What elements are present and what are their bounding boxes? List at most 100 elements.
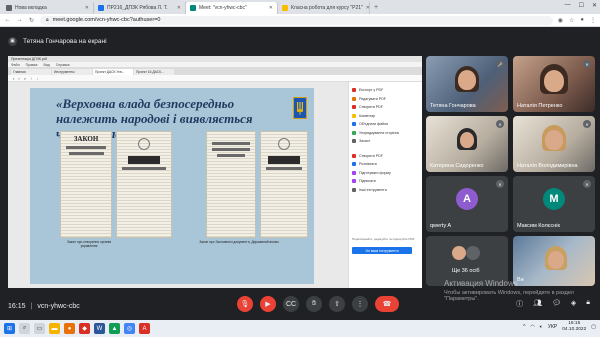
browser-tab[interactable]: Нова вкладка ✕	[2, 2, 94, 14]
mic-off-icon: ✕	[583, 60, 591, 68]
activities-icon[interactable]: ◈	[571, 299, 576, 309]
browser-tab[interactable]: ПР216_ДПЗК Рябова Л. Т. ✕	[94, 2, 186, 14]
participant-name: qwerty A	[430, 223, 452, 229]
tab-title: Класна робота для курсу "Р21"	[291, 5, 363, 11]
reload-icon[interactable]: ↻	[28, 17, 35, 24]
word-icon[interactable]: W	[94, 323, 105, 334]
shared-screen[interactable]: Презентація ДПЗК.pdf Файл Правка Вид Спр…	[8, 56, 422, 288]
minimize-icon[interactable]: —	[565, 2, 571, 9]
side-controls: ⓘ 👥︎ 💬︎ ◈ 🔒︎	[516, 299, 590, 309]
participant-name: Катерина Сидоренко	[430, 163, 484, 169]
close-window-icon[interactable]: ✕	[592, 2, 597, 9]
clock[interactable]: 16:15 04.10.2022	[562, 321, 586, 333]
forward-icon[interactable]: →	[16, 17, 23, 23]
tab-title: Нова вкладка	[15, 5, 47, 11]
app-icon[interactable]: ▲	[109, 323, 120, 334]
clock-date: 04.10.2022	[562, 327, 587, 332]
activation-watermark: Активация Windows	[444, 279, 518, 288]
menu-item: Правка	[25, 62, 38, 67]
raise-hand-icon[interactable]: ✋︎	[306, 296, 322, 312]
panel-note: Перетворюйте, редагуйте та підписуйте PD…	[352, 237, 415, 241]
address-bar: ← → ↻ 🔒︎ meet.google.com/vcn-yhwc-cbc?au…	[0, 14, 600, 27]
chat-icon[interactable]: 💬︎	[552, 299, 561, 309]
doc-tab: Инструменты	[52, 69, 92, 75]
file-explorer-icon[interactable]: ▬	[49, 323, 60, 334]
participant-tile[interactable]: Наталія Петренко ✕	[513, 56, 595, 112]
self-view-tile[interactable]: Ви	[513, 236, 595, 286]
shared-doc-tabs: Главная Инструменты Проект ДАСК Ухв... П…	[8, 67, 422, 75]
close-tab-icon[interactable]: ✕	[269, 5, 273, 11]
panel-item: Об'єднати файли	[352, 120, 419, 129]
chrome-icon[interactable]: ◎	[124, 323, 135, 334]
participant-name: Тетяна Гончарова	[430, 103, 476, 109]
panel-item: Створити PDF	[352, 152, 419, 161]
search-icon: ⌕	[23, 75, 27, 81]
presenter-bar: ▣ Тетяна Гончарова на екрані	[0, 31, 600, 51]
notifications-icon[interactable]: ▢	[591, 324, 596, 330]
panel-button: Усі ваші інструменти	[352, 247, 412, 254]
search-icon[interactable]: ⌕	[19, 323, 30, 334]
menu-item: Справка	[55, 62, 70, 67]
save-icon: ▪	[13, 75, 15, 81]
participant-name: Ви	[517, 277, 524, 283]
language-indicator[interactable]: УКР	[548, 324, 557, 330]
url-field[interactable]: 🔒︎ meet.google.com/vcn-yhwc-cbc?authuser…	[40, 15, 553, 25]
back-icon[interactable]: ←	[4, 17, 11, 23]
task-view-icon[interactable]: ▭	[34, 323, 45, 334]
mic-off-icon: ✕	[583, 120, 591, 128]
avatar: A	[456, 188, 478, 210]
doc-tab: Главная	[11, 69, 51, 75]
participant-name: Максим Колєснік	[517, 223, 560, 229]
tab-title: Meet: "vcn-yhwc-cbc"	[199, 5, 247, 11]
shared-toolbar: ▪ ▪ ⌕ ↑ ↓	[8, 75, 422, 82]
avatar: M	[543, 188, 565, 210]
mic-off-icon: ✕	[496, 180, 504, 188]
camera-icon[interactable]: ◉	[558, 17, 563, 24]
new-tab-icon[interactable]: +	[374, 4, 378, 11]
doc-tab-active: Проект ДАСК Ухв...	[93, 69, 133, 75]
info-icon[interactable]: ⓘ	[516, 299, 523, 309]
participant-tile[interactable]: Наталія Володимирівна ✕	[513, 116, 595, 172]
participant-name: Наталія Петренко	[517, 103, 563, 109]
close-tab-icon[interactable]: ✕	[177, 5, 181, 11]
more-options-icon[interactable]: ⋮	[352, 296, 368, 312]
present-now-icon[interactable]: ⇧	[329, 296, 345, 312]
browser-tab-active[interactable]: Meet: "vcn-yhwc-cbc" ✕	[186, 2, 278, 14]
participant-tile[interactable]: M Максим Колєснік ✕	[513, 176, 595, 232]
close-tab-icon[interactable]: ✕	[85, 5, 89, 11]
people-icon[interactable]: 👥︎	[533, 299, 542, 309]
panel-item: Інші інструменти	[352, 186, 419, 195]
close-tab-icon[interactable]: ✕	[366, 5, 369, 11]
document-heading: ЗАКОН	[73, 135, 99, 143]
profile-icon[interactable]: ●	[580, 17, 584, 24]
app-icon[interactable]: ◆	[79, 323, 90, 334]
maximize-icon[interactable]: ☐	[579, 2, 584, 9]
browser-tab[interactable]: Класна робота для курсу "Р21" ✕	[278, 2, 370, 14]
menu-icon[interactable]: ⋮	[590, 17, 596, 24]
panel-item: Створити PDF	[352, 103, 419, 112]
firefox-icon[interactable]: ●	[64, 323, 75, 334]
chevron-up-icon[interactable]: ^	[523, 324, 525, 330]
tab-title: ПР216_ДПЗК Рябова Л. Т.	[107, 5, 168, 11]
start-icon[interactable]: ⊞	[4, 323, 15, 334]
host-controls-icon[interactable]: 🔒︎	[586, 299, 590, 309]
tab-favicon-icon	[190, 5, 196, 11]
participant-tile[interactable]: Тетяна Гончарова 🎤︎	[426, 56, 508, 112]
meeting-controls-bar: 16:15 | vcn-yhwc-cbc 🎙︎ ▶ CC ✋︎ ⇧ ⋮ ☎︎ ⓘ…	[0, 292, 600, 320]
star-icon[interactable]: ☆	[569, 17, 574, 24]
participant-tile[interactable]: Катерина Сидоренко ✕	[426, 116, 508, 172]
camera-off-icon[interactable]: ▶	[260, 296, 276, 312]
participant-tile[interactable]: A qwerty A ✕	[426, 176, 508, 232]
doc-tab: Проект 16 ДАСК...	[134, 69, 174, 75]
end-call-button[interactable]: ☎︎	[375, 296, 399, 312]
captions-icon[interactable]: CC	[283, 296, 299, 312]
image-caption: Закон про створення органів управління	[67, 240, 111, 248]
tab-favicon-icon	[6, 5, 12, 11]
volume-icon[interactable]: 🔈︎	[540, 324, 543, 330]
network-icon[interactable]: ◠	[530, 324, 534, 330]
tab-favicon-icon	[282, 5, 288, 11]
acrobat-icon[interactable]: A	[139, 323, 150, 334]
mic-off-icon[interactable]: 🎙︎	[237, 296, 253, 312]
panel-item: Коментар	[352, 112, 419, 121]
panel-item: Упорядкування сторінок	[352, 129, 419, 138]
